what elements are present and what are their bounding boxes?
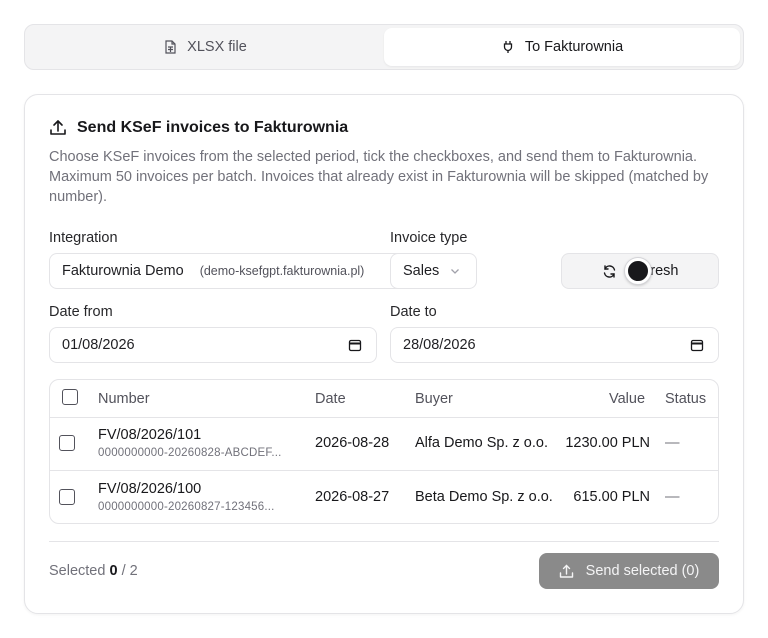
table-header: Number Date Buyer Value Status [50,380,718,418]
card-description: Choose KSeF invoices from the selected p… [49,149,709,205]
table-row[interactable]: FV/08/2026/100 0000000000-20260827-12345… [50,472,718,523]
calendar-icon[interactable] [690,338,704,352]
invoices-table: Number Date Buyer Value Status FV/08/202… [49,379,719,524]
footer-divider [49,541,719,542]
spreadsheet-icon [165,40,176,54]
row-checkbox[interactable] [59,489,75,505]
date-to-label: Date to [390,304,437,320]
integration-value: Fakturownia Demo [62,263,184,279]
date-from-value: 01/08/2026 [62,337,135,353]
cursor-indicator [625,258,651,284]
selected-separator: / [121,563,126,579]
upload-icon [559,564,573,578]
selected-prefix: Selected [49,563,106,579]
send-invoices-card: Send KSeF invoices to Fakturownia Choose… [24,94,744,614]
column-header-buyer: Buyer [415,391,453,407]
card-title: Send KSeF invoices to Fakturownia [77,119,349,136]
selection-counter: Selected 0 / 2 [49,563,138,579]
integration-domain: (demo-ksefgpt.fakturownia.pl) [199,264,365,278]
invoice-date: 2026-08-27 [315,489,390,505]
invoice-value: 1230.00 PLN [565,435,650,451]
invoice-type-label: Invoice type [390,230,468,246]
row-checkbox[interactable] [59,435,75,451]
refresh-icon [603,264,615,278]
invoice-buyer: Alfa Demo Sp. z o.o. [415,435,548,451]
invoice-status: — [665,435,680,451]
invoice-number: FV/08/2026/100 [98,481,202,497]
column-header-status: Status [665,391,707,407]
invoice-status: — [665,489,680,505]
selected-total: 2 [129,563,138,579]
invoice-type-select[interactable]: Sales [390,253,477,289]
plug-icon [503,41,512,53]
tab-xlsx-file[interactable]: XLSX file [28,28,382,66]
date-to-input[interactable]: 28/08/2026 [390,327,719,363]
date-from-input[interactable]: 01/08/2026 [49,327,377,363]
invoice-type-value: Sales [403,263,440,279]
invoice-date: 2026-08-28 [315,435,390,451]
ksef-id: 0000000000-20260828-ABCDEF... [98,447,282,459]
ksef-id: 0000000000-20260827-123456... [98,501,275,513]
card-header: Send KSeF invoices to Fakturownia [49,119,348,137]
source-tabs: XLSX file To Fakturownia [24,24,744,70]
integration-label: Integration [49,230,118,246]
column-header-number: Number [98,391,150,407]
tab-label: XLSX file [187,39,247,55]
invoice-buyer: Beta Demo Sp. z o.o. [415,489,553,505]
calendar-icon[interactable] [348,338,362,352]
send-selected-label: Send selected (0) [585,563,700,579]
send-selected-button[interactable]: Send selected (0) [539,553,719,589]
integration-select[interactable]: Fakturownia Demo (demo-ksefgpt.fakturown… [49,253,405,289]
invoice-number: FV/08/2026/101 [98,427,202,443]
date-to-value: 28/08/2026 [403,337,476,353]
column-header-date: Date [315,391,346,407]
column-header-value: Value [609,391,646,407]
tab-to-fakturownia[interactable]: To Fakturownia [384,28,740,66]
table-row[interactable]: FV/08/2026/101 0000000000-20260828-ABCDE… [50,418,718,471]
selected-count: 0 [109,563,118,579]
date-from-label: Date from [49,304,113,320]
select-all-checkbox[interactable] [62,389,78,405]
upload-icon [50,120,66,135]
invoice-value: 615.00 PLN [573,489,650,505]
chevron-down-icon [451,269,459,274]
tab-label: To Fakturownia [524,39,624,55]
